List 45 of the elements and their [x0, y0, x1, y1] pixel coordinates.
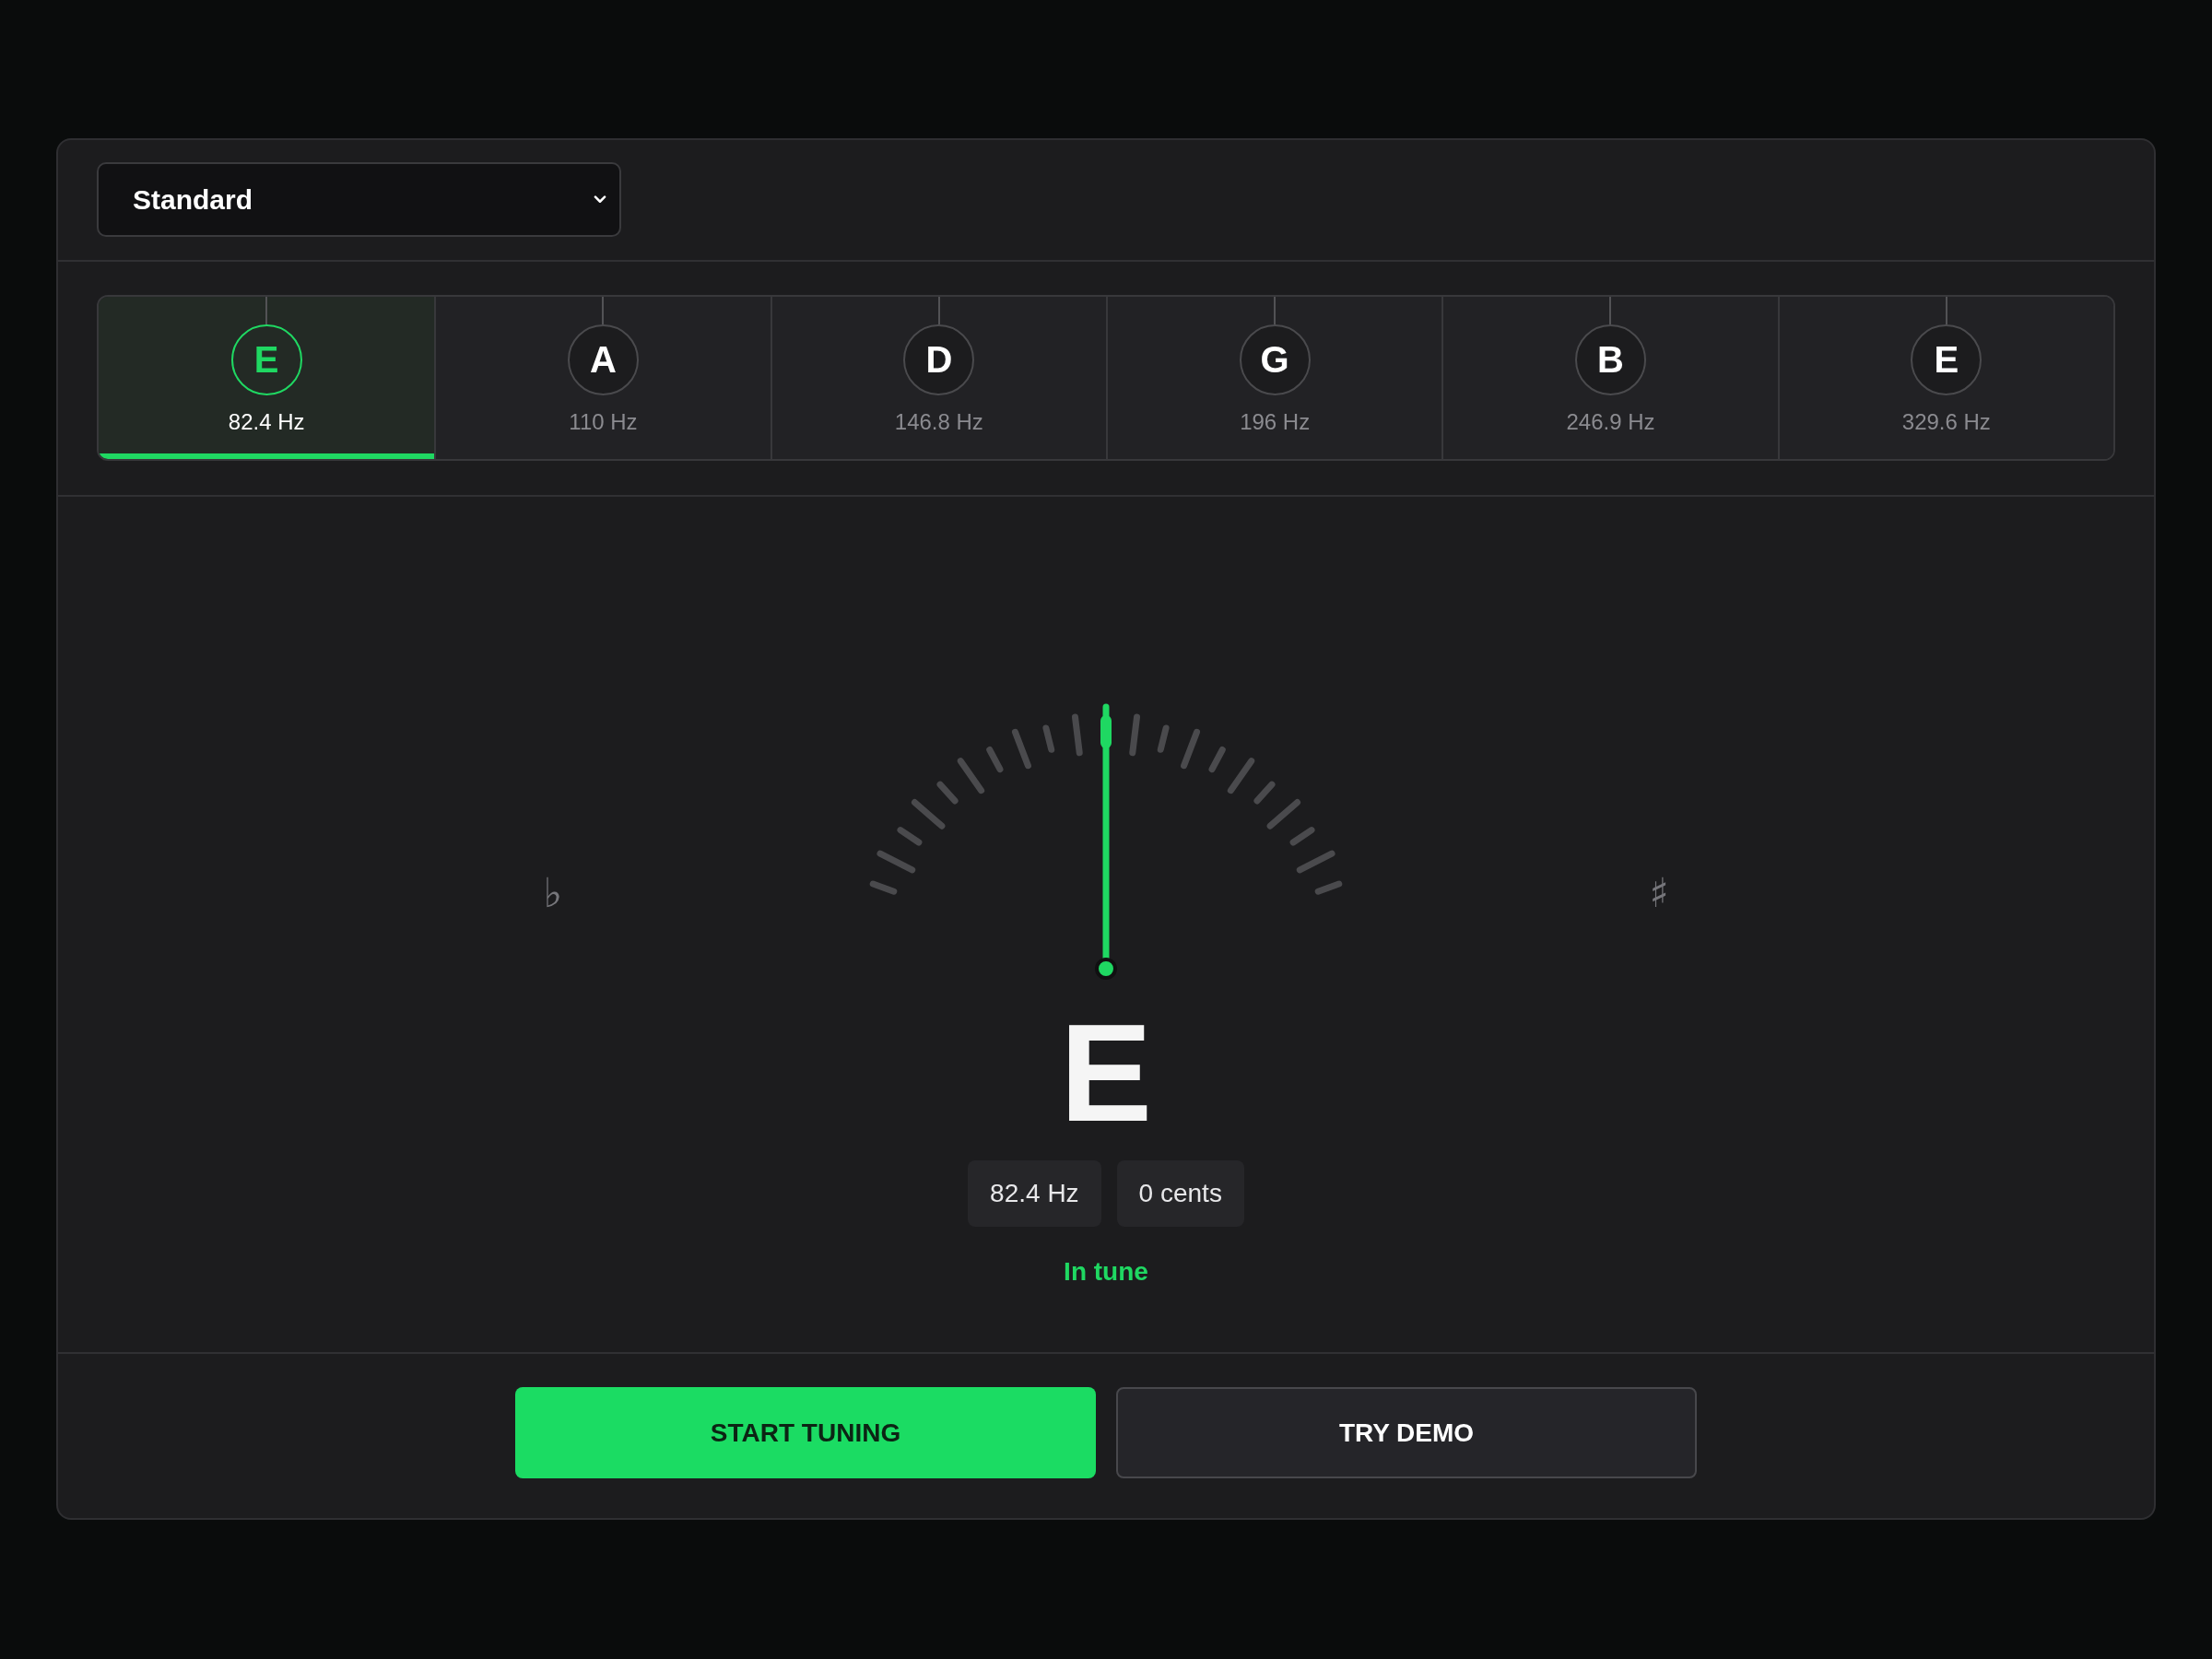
string-note: D: [903, 324, 975, 395]
connector-line: [602, 297, 605, 324]
string-frequency: 196 Hz: [1240, 408, 1311, 436]
string-tab[interactable]: B 246.9 Hz: [1441, 297, 1778, 459]
detected-note: E: [1059, 1004, 1153, 1142]
connector-line: [1609, 297, 1612, 324]
string-frequency: 146.8 Hz: [894, 408, 983, 436]
gauge-tick: [1129, 713, 1140, 757]
tuning-status: In tune: [1064, 1256, 1148, 1288]
string-tab[interactable]: G 196 Hz: [1106, 297, 1442, 459]
gauge-tick: [1011, 728, 1031, 770]
gauge-tick: [1314, 880, 1343, 895]
string-note: A: [568, 324, 639, 395]
string-tab[interactable]: A 110 Hz: [434, 297, 771, 459]
string-note: B: [1575, 324, 1646, 395]
flat-symbol: ♭: [542, 868, 564, 918]
connector-line: [265, 297, 268, 324]
sharp-symbol: ♯: [1648, 868, 1670, 918]
chevron-down-icon: [594, 195, 606, 204]
string-note: E: [230, 324, 302, 395]
gauge-tick: [877, 850, 916, 874]
gauge-tick: [1100, 715, 1112, 748]
string-frequency: 246.9 Hz: [1566, 408, 1655, 436]
string-tab[interactable]: E 329.6 Hz: [1777, 297, 2113, 459]
frequency-readout: 82.4 Hz: [968, 1160, 1101, 1227]
connector-line: [937, 297, 940, 324]
connector-line: [1274, 297, 1277, 324]
string-frequency: 110 Hz: [569, 408, 638, 436]
tuning-dropdown[interactable]: Standard: [97, 162, 621, 237]
string-tab[interactable]: D 146.8 Hz: [770, 297, 1106, 459]
string-note: G: [1239, 324, 1311, 395]
try-demo-button[interactable]: TRY DEMO: [1116, 1387, 1697, 1478]
start-tuning-button[interactable]: START TUNING: [515, 1387, 1096, 1478]
gauge-tick: [1157, 724, 1170, 753]
gauge-tick: [1296, 850, 1335, 874]
string-frequency: 329.6 Hz: [1901, 408, 1991, 436]
string-frequency: 82.4 Hz: [228, 408, 305, 436]
string-tab[interactable]: E 82.4 Hz: [99, 297, 435, 459]
gauge-tick: [1181, 728, 1201, 770]
connector-line: [1945, 297, 1947, 324]
gauge-tick: [1042, 724, 1055, 753]
gauge-tick: [869, 880, 898, 895]
cents-readout: 0 cents: [1116, 1160, 1244, 1227]
string-note: E: [1911, 324, 1983, 395]
gauge-tick: [1072, 713, 1083, 757]
